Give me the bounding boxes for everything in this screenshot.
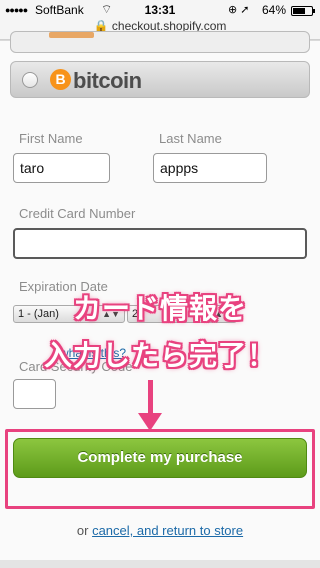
first-name-field[interactable]: taro [13,153,110,183]
bitcoin-icon: B [50,69,71,90]
first-name-label: First Name [19,131,83,146]
annotation-line-2: 入力したら完了！ [43,340,276,371]
annotation-line-1: カード情報を [72,293,247,324]
or-text: or [76,523,93,538]
card-number-label: Credit Card Number [19,206,136,221]
status-row: ●●●●● SoftBank ⌔ 13:31 ⊕ ➚ 64% [0,2,320,18]
cancel-return-link[interactable]: cancel, and return to store [92,523,243,538]
last-name-label: Last Name [159,131,222,146]
battery-icon [291,6,315,16]
card-number-field[interactable] [13,228,307,259]
bitcoin-radio[interactable] [22,72,38,88]
complete-purchase-button[interactable]: Complete my purchase [13,438,307,478]
battery-percent: 64% [262,3,287,17]
rotation-lock-icon: ⊕ ➚ [228,4,250,16]
security-code-field[interactable] [13,379,56,409]
last-name-field[interactable]: appps [153,153,267,183]
payment-option-bitcoin[interactable]: B bitcoin [10,61,310,98]
battery-level [293,8,305,14]
bitcoin-label: bitcoin [73,68,142,93]
payment-option-previous[interactable] [10,31,310,53]
cancel-line: or cancel, and return to store [0,523,320,538]
payment-logo-partial [49,32,94,38]
